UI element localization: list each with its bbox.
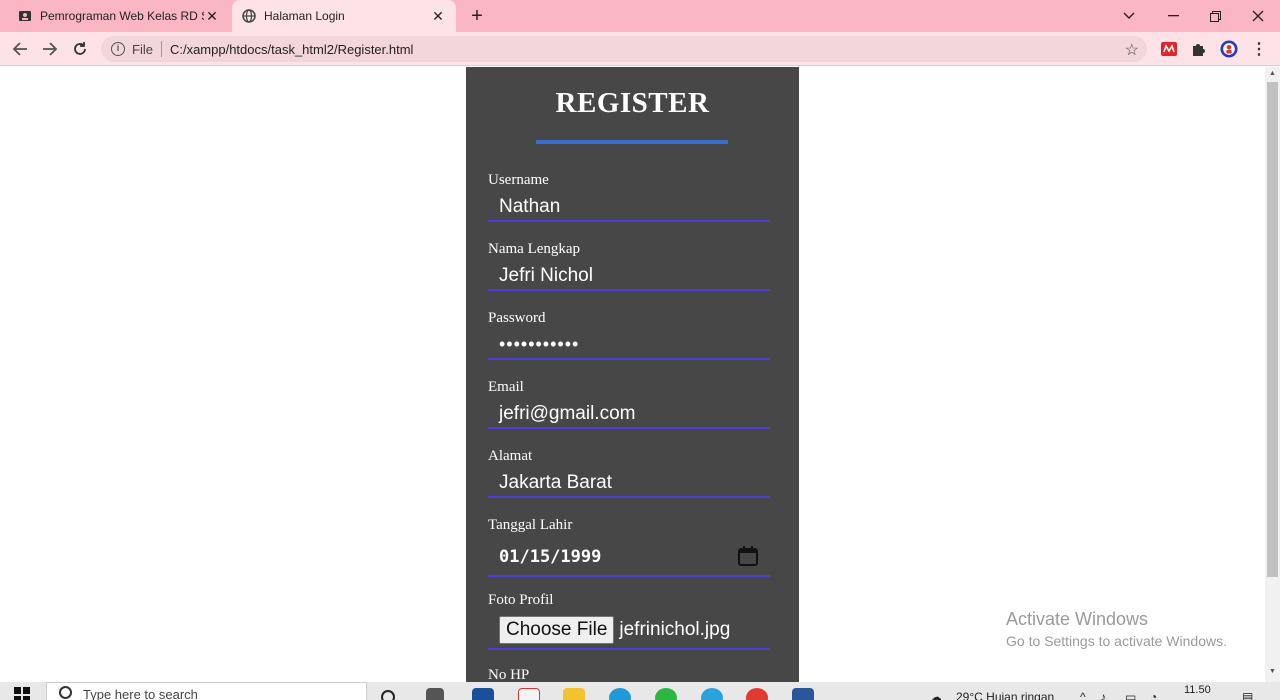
address-bar[interactable]: i File C:/xampp/htdocs/task_html2/Regist…	[101, 36, 1147, 62]
word-icon[interactable]	[792, 688, 814, 700]
selected-file-name: jefrinichol.jpg	[619, 619, 731, 640]
notification-icon[interactable]: ▤	[1242, 690, 1253, 700]
windows-taskbar: Type here to search ☁ 29°C Hujan ringan …	[0, 682, 1280, 700]
whatsapp-icon[interactable]	[655, 688, 677, 700]
tab-pemrograman-web[interactable]: Pemrograman Web Kelas RD Sem ✕	[8, 0, 230, 32]
watermark-title: Activate Windows	[1006, 609, 1149, 629]
username-label: Username	[488, 172, 549, 188]
address-field: Alamat Jakarta Barat	[488, 448, 770, 498]
register-form: REGISTER Username Nathan Nama Lengkap Je…	[466, 67, 799, 682]
scroll-down-arrow-icon[interactable]: ▼	[1265, 665, 1280, 679]
edge-icon[interactable]	[609, 688, 631, 700]
taskbar-search-box[interactable]: Type here to search	[46, 682, 367, 700]
clock-time[interactable]: 11.50	[1184, 684, 1211, 696]
photo-input: Choose File jefrinichol.jpg	[488, 612, 770, 650]
forward-icon[interactable]	[39, 38, 61, 60]
email-field: Email jefri@gmail.com	[488, 379, 770, 429]
taskbar-search-placeholder: Type here to search	[83, 687, 198, 700]
title-underline	[536, 140, 728, 144]
activate-windows-watermark: Activate Windows Go to Settings to activ…	[1006, 609, 1227, 649]
fullname-field: Nama Lengkap Jefri Nichol	[488, 241, 770, 291]
globe-icon	[242, 9, 256, 23]
extensions-puzzle-icon[interactable]	[1190, 40, 1208, 58]
birthdate-value: 01/15/1999	[499, 547, 602, 567]
scroll-up-arrow-icon[interactable]: ▲	[1265, 67, 1280, 81]
windows-start-icon[interactable]	[14, 687, 30, 700]
task-view-icon[interactable]	[426, 688, 444, 700]
url-text: C:/xampp/htdocs/task_html2/Register.html	[169, 41, 414, 57]
email-label: Email	[488, 379, 524, 395]
weather-text[interactable]: 29°C Hujan ringan	[956, 690, 1054, 700]
watermark-subtitle: Go to Settings to activate Windows.	[1006, 633, 1227, 649]
birthdate-input[interactable]: 01/15/1999	[488, 537, 770, 577]
tray-chevron-icon[interactable]: ^	[1080, 690, 1086, 700]
tab-title: Halaman Login	[264, 9, 345, 23]
birthdate-label: Tanggal Lahir	[488, 517, 573, 533]
tab-title: Pemrograman Web Kelas RD Sem	[40, 9, 204, 23]
fullname-input[interactable]: Jefri Nichol	[488, 261, 770, 291]
site-info-icon[interactable]: i	[111, 42, 125, 56]
phone-field: No HP	[488, 667, 770, 682]
file-explorer-icon[interactable]	[563, 688, 585, 700]
back-icon[interactable]	[9, 38, 31, 60]
wifi-icon[interactable]: ◔	[1150, 690, 1157, 700]
browser-toolbar: i File C:/xampp/htdocs/task_html2/Regist…	[0, 32, 1280, 66]
photo-field: Foto Profil Choose File jefrinichol.jpg	[488, 592, 770, 650]
page-viewport: REGISTER Username Nathan Nama Lengkap Je…	[0, 67, 1265, 682]
volume-icon[interactable]: ♪	[1100, 690, 1106, 700]
tab-strip: Pemrograman Web Kelas RD Sem ✕ Halaman L…	[0, 0, 1280, 32]
tab-halaman-login[interactable]: Halaman Login ✕	[232, 0, 456, 32]
birthdate-field: Tanggal Lahir 01/15/1999	[488, 517, 770, 577]
scrollbar-thumb[interactable]	[1267, 82, 1278, 577]
address-input[interactable]: Jakarta Barat	[488, 468, 770, 498]
username-input[interactable]: Nathan	[488, 192, 770, 222]
close-tab-icon[interactable]: ✕	[430, 8, 446, 25]
weather-icon[interactable]: ☁	[930, 690, 942, 700]
school-app-icon[interactable]	[472, 688, 494, 700]
close-tab-icon[interactable]: ✕	[204, 8, 220, 25]
email-input[interactable]: jefri@gmail.com	[488, 399, 770, 429]
search-icon	[59, 686, 72, 699]
password-input[interactable]: •••••••••••	[488, 330, 770, 360]
extension-red-icon[interactable]	[1160, 40, 1178, 58]
close-window-icon[interactable]	[1236, 0, 1280, 32]
minimize-icon[interactable]	[1151, 0, 1195, 32]
scheme-label: File	[132, 41, 153, 57]
bookmark-star-icon[interactable]: ☆	[1125, 40, 1139, 60]
form-title: REGISTER	[555, 87, 710, 119]
browser-menu-icon[interactable]: ⋮	[1250, 40, 1268, 58]
address-label: Alamat	[488, 448, 533, 464]
app-red-icon[interactable]	[518, 688, 540, 700]
reload-icon[interactable]	[69, 38, 91, 60]
password-label: Password	[488, 310, 546, 326]
telegram-icon[interactable]	[701, 688, 723, 700]
cortana-icon[interactable]	[381, 690, 395, 700]
calendar-icon[interactable]	[738, 546, 758, 566]
username-field: Username Nathan	[488, 172, 770, 222]
choose-file-button[interactable]: Choose File	[499, 616, 615, 644]
new-tab-icon[interactable]: +	[466, 5, 488, 27]
vertical-scrollbar[interactable]: ▲ ▼	[1265, 67, 1280, 682]
phone-label: No HP	[488, 667, 530, 682]
classroom-icon	[18, 9, 32, 23]
chrome-icon[interactable]	[746, 688, 768, 700]
battery-icon[interactable]: ▭	[1125, 690, 1136, 700]
restore-icon[interactable]	[1193, 0, 1237, 32]
address-divider	[160, 41, 162, 57]
password-field: Password •••••••••••	[488, 310, 770, 360]
fullname-label: Nama Lengkap	[488, 241, 581, 257]
profile-avatar-icon[interactable]	[1220, 40, 1238, 58]
photo-label: Foto Profil	[488, 592, 554, 608]
tab-search-chevron-icon[interactable]	[1107, 0, 1151, 32]
